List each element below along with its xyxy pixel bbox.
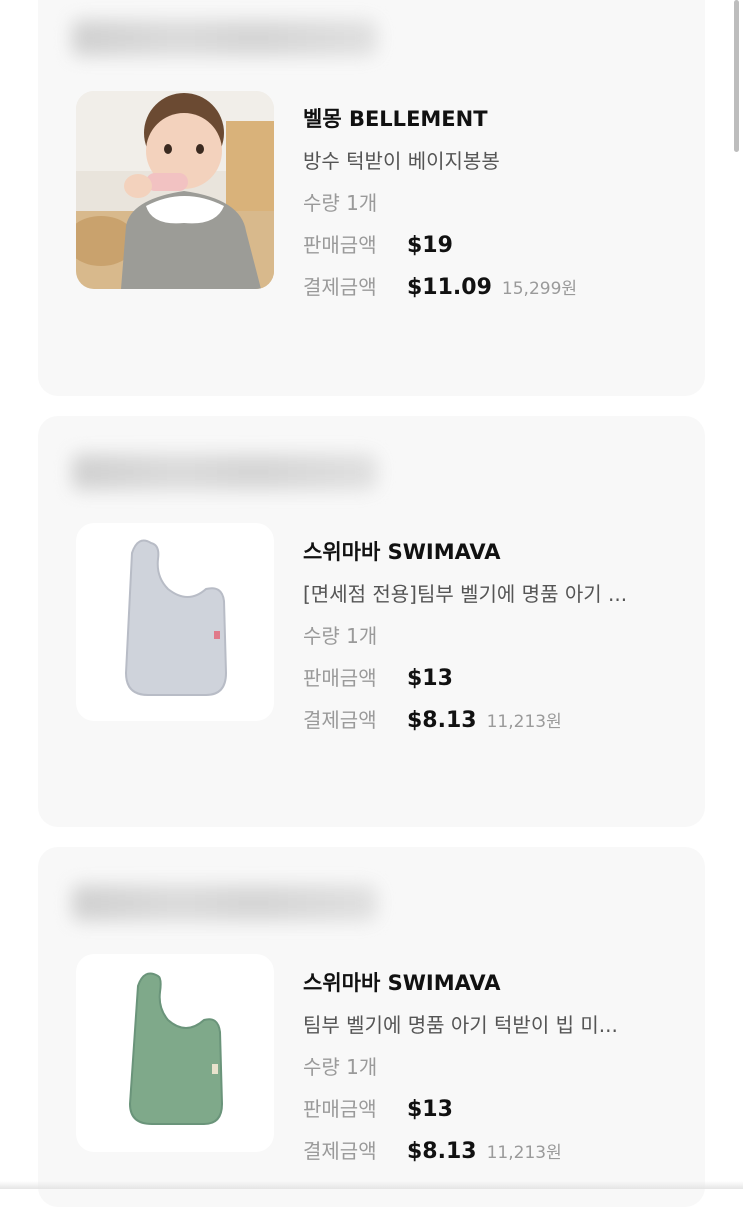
brand-name[interactable]: 스위마바 SWIMAVA — [303, 536, 673, 566]
product-name[interactable]: 팀부 벨기에 명품 아기 턱받이 빕 미... — [303, 1009, 673, 1038]
order-card[interactable]: 스위마바 SWIMAVA [면세점 전용]팀부 벨기에 명품 아기 ... 수량… — [38, 416, 705, 827]
product-image-grey-bib[interactable] — [76, 523, 274, 721]
paid-price-label: 결제금액 — [303, 275, 377, 299]
product-info: 벨몽 BELLEMENT 방수 턱받이 베이지봉봉 수량 1개 판매금액 $19… — [303, 103, 673, 300]
sale-price-label: 판매금액 — [303, 1097, 377, 1121]
product-name[interactable]: [면세점 전용]팀부 벨기에 명품 아기 ... — [303, 578, 673, 607]
product-image-baby-bib[interactable] — [76, 91, 274, 289]
quantity: 수량 1개 — [303, 191, 378, 215]
brand-name[interactable]: 스위마바 SWIMAVA — [303, 967, 673, 997]
order-card[interactable]: 벨몽 BELLEMENT 방수 턱받이 베이지봉봉 수량 1개 판매금액 $19… — [38, 0, 705, 396]
paid-price-krw: 11,213원 — [486, 1143, 562, 1163]
blurred-order-header — [72, 454, 377, 490]
sale-price: $13 — [407, 666, 453, 691]
scrollbar[interactable] — [734, 0, 739, 152]
order-card[interactable]: 스위마바 SWIMAVA 팀부 벨기에 명품 아기 턱받이 빕 미... 수량 … — [38, 847, 705, 1207]
quantity: 수량 1개 — [303, 624, 378, 648]
blurred-order-header — [72, 20, 377, 56]
paid-price-krw: 15,299원 — [501, 279, 578, 299]
bib-green-icon — [128, 972, 224, 1125]
product-info: 스위마바 SWIMAVA [면세점 전용]팀부 벨기에 명품 아기 ... 수량… — [303, 536, 673, 733]
product-image-green-bib[interactable] — [76, 954, 274, 1152]
sale-price-label: 판매금액 — [303, 233, 377, 257]
paid-price-label: 결제금액 — [303, 708, 377, 732]
sale-price: $19 — [407, 233, 453, 258]
sale-price: $13 — [407, 1097, 453, 1122]
paid-price: $8.13 — [407, 1139, 477, 1164]
product-info: 스위마바 SWIMAVA 팀부 벨기에 명품 아기 턱받이 빕 미... 수량 … — [303, 967, 673, 1164]
sale-price-label: 판매금액 — [303, 666, 377, 690]
product-name[interactable]: 방수 턱받이 베이지봉봉 — [303, 145, 673, 174]
baby-photo-icon — [76, 91, 274, 289]
brand-name[interactable]: 벨몽 BELLEMENT — [303, 103, 673, 133]
bottom-divider — [0, 1181, 743, 1189]
paid-price: $8.13 — [407, 708, 477, 733]
quantity: 수량 1개 — [303, 1055, 378, 1079]
bib-grey-icon — [124, 539, 228, 696]
paid-price-krw: 11,213원 — [486, 712, 562, 732]
blurred-order-header — [72, 885, 377, 921]
paid-price-label: 결제금액 — [303, 1139, 377, 1163]
paid-price: $11.09 — [407, 275, 492, 300]
